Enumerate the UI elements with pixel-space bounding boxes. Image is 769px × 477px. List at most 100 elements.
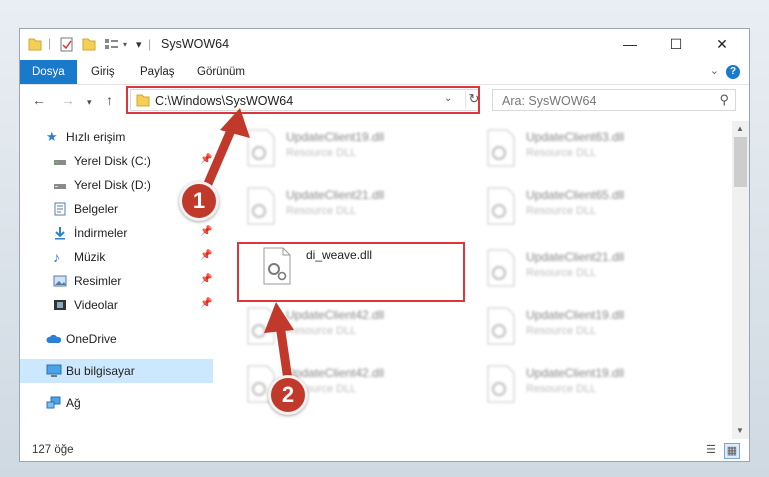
chevron-down-icon[interactable]: ▾ (123, 40, 127, 56)
sidebar-item-disk-c[interactable]: Yerel Disk (C:) 📌 (20, 149, 213, 173)
dll-file-icon (487, 129, 515, 167)
file-type: Resource DLL (526, 267, 597, 279)
sidebar-item-label: Belgeler (74, 202, 119, 216)
file-item[interactable]: UpdateClient19.dll Resource DLL (238, 121, 463, 173)
dll-file-icon (487, 307, 515, 345)
drive-icon (54, 160, 66, 165)
sidebar-item-this-pc[interactable]: Bu bilgisayar (20, 359, 213, 383)
pin-icon: 📌 (200, 226, 213, 237)
up-arrow-icon[interactable]: ↑ (106, 92, 113, 108)
file-type: Resource DLL (286, 205, 357, 217)
maximize-icon: ☐ (669, 36, 683, 52)
sidebar-item-videos[interactable]: Videolar 📌 (20, 293, 213, 317)
videos-icon (54, 300, 66, 310)
tab-dosya[interactable]: Dosya (20, 60, 77, 84)
dll-file-icon (247, 187, 275, 225)
customize-toolbar-icon[interactable] (104, 36, 120, 52)
forward-arrow-icon[interactable]: → (61, 92, 75, 108)
recent-locations-icon[interactable]: ▾ (87, 97, 92, 108)
divider: | (148, 37, 152, 51)
minimize-icon: — (623, 36, 637, 52)
search-input[interactable]: Ara: SysWOW64 ⚲ (492, 89, 736, 111)
dll-file-icon (487, 187, 515, 225)
search-icon: ⚲ (719, 92, 729, 107)
file-type: Resource DLL (526, 383, 597, 395)
status-bar: 127 öğe ☰ ▦ (20, 439, 749, 461)
scrollbar-thumb[interactable] (734, 137, 747, 187)
sidebar-item-label: Yerel Disk (D:) (74, 178, 151, 192)
sidebar-item-downloads[interactable]: İndirmeler 📌 (20, 221, 213, 245)
sidebar-item-label: Ağ (66, 396, 81, 410)
search-placeholder: Ara: SysWOW64 (502, 94, 597, 108)
dll-file-icon (247, 129, 275, 167)
back-arrow-icon[interactable]: ← (32, 92, 46, 108)
sidebar-item-label: Resimler (74, 274, 122, 288)
file-name: UpdateClient65.dll (526, 188, 625, 202)
address-bar-highlight (126, 86, 480, 114)
minimize-button[interactable]: — (607, 29, 653, 59)
navigation-pane: ★ Hızlı erişim Yerel Disk (C:) 📌 Yerel D… (20, 121, 215, 439)
close-icon: ✕ (716, 36, 728, 52)
pin-icon: 📌 (200, 298, 213, 309)
star-icon: ★ (46, 129, 58, 144)
help-icon[interactable]: ? (726, 65, 740, 79)
file-name: UpdateClient63.dll (526, 130, 625, 144)
sidebar-item-music[interactable]: ♪ Müzik 📌 (20, 245, 213, 269)
dll-file-icon (247, 307, 275, 345)
file-name: UpdateClient19.dll (526, 366, 625, 380)
file-highlight (237, 242, 465, 302)
dll-file-icon (487, 365, 515, 403)
scroll-up-icon[interactable]: ▲ (736, 124, 744, 133)
sidebar-item-label: OneDrive (66, 332, 117, 346)
file-name: UpdateClient42.dll (286, 308, 385, 322)
file-type: Resource DLL (286, 325, 357, 337)
music-icon: ♪ (53, 249, 60, 265)
sidebar-item-label: Yerel Disk (C:) (74, 154, 151, 168)
file-type: Resource DLL (286, 147, 357, 159)
tab-paylas[interactable]: Paylaş (140, 60, 175, 84)
large-icons-view-icon[interactable]: ▦ (724, 443, 740, 459)
file-name: UpdateClient21.dll (526, 250, 625, 264)
file-type: Resource DLL (526, 325, 597, 337)
sidebar-item-label: Müzik (74, 250, 106, 264)
file-item[interactable]: UpdateClient21.dll Resource DLL (238, 179, 463, 231)
maximize-button[interactable]: ☐ (653, 29, 699, 59)
file-item[interactable]: UpdateClient42.dll Resource DLL (238, 299, 463, 351)
sidebar-item-network[interactable]: Ağ (20, 391, 213, 415)
file-item[interactable]: UpdateClient19.dll Resource DLL (478, 357, 703, 409)
network-icon (46, 396, 61, 409)
pin-icon: 📌 (200, 250, 213, 261)
downloads-icon (55, 227, 65, 240)
file-item[interactable]: UpdateClient63.dll Resource DLL (478, 121, 703, 173)
sidebar-item-quick-access[interactable]: ★ Hızlı erişim (20, 125, 213, 149)
pictures-icon (53, 275, 67, 287)
close-button[interactable]: ✕ (699, 29, 745, 59)
scroll-down-icon[interactable]: ▼ (736, 426, 744, 435)
sidebar-item-label: Hızlı erişim (66, 130, 126, 144)
file-item[interactable]: UpdateClient65.dll Resource DLL (478, 179, 703, 231)
pin-icon: 📌 (200, 274, 213, 285)
sidebar-item-label: Bu bilgisayar (66, 364, 135, 378)
item-count: 127 öğe (32, 444, 74, 456)
ribbon-tabs: Dosya Giriş Paylaş Görünüm ⌄ ? (20, 60, 749, 85)
file-item[interactable]: UpdateClient21.dll Resource DLL (478, 241, 703, 293)
title-bar: | ▾ ▾ | SysWOW64 — ☐ ✕ (20, 29, 749, 60)
file-name: UpdateClient42.dll (286, 366, 385, 380)
new-folder-icon[interactable] (82, 36, 96, 52)
details-view-icon[interactable]: ☰ (704, 443, 718, 457)
tab-gorunum[interactable]: Görünüm (197, 60, 245, 84)
tab-giris[interactable]: Giriş (91, 60, 115, 84)
sidebar-item-label: Videolar (74, 298, 118, 312)
vertical-scrollbar[interactable]: ▲ ▼ (732, 121, 749, 439)
documents-icon (54, 202, 66, 216)
chevron-down-icon[interactable]: ⌄ (710, 64, 719, 77)
properties-icon[interactable] (60, 36, 74, 52)
pin-quick-access-icon[interactable]: ▾ (136, 38, 142, 54)
sidebar-item-pictures[interactable]: Resimler 📌 (20, 269, 213, 293)
file-item[interactable]: UpdateClient19.dll Resource DLL (478, 299, 703, 351)
file-name: UpdateClient21.dll (286, 188, 385, 202)
file-name: UpdateClient19.dll (526, 308, 625, 322)
file-type: Resource DLL (526, 205, 597, 217)
sidebar-item-onedrive[interactable]: OneDrive (20, 327, 213, 351)
drive-icon (54, 184, 66, 189)
